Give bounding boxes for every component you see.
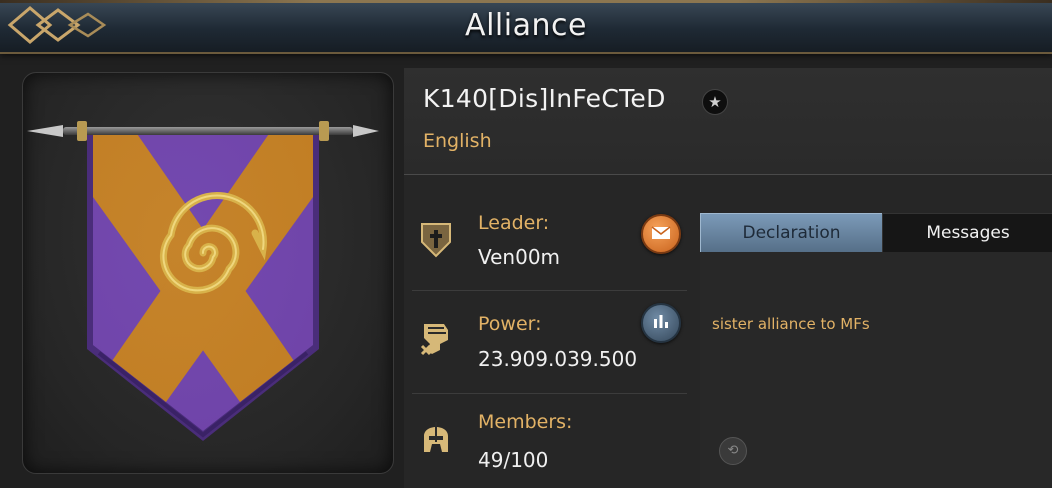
translate-icon[interactable]: ⟲ [719,437,747,465]
declaration-text: sister alliance to MFs [712,315,870,333]
page-title: Alliance [465,8,587,43]
mail-button[interactable] [641,214,681,254]
alliance-name: K140[Dis]InFeCTeD [423,84,666,113]
stats-button[interactable] [641,303,681,343]
mail-icon [651,225,671,244]
leader-label: Leader: [478,212,550,234]
alliance-banner-panel [22,72,394,474]
row-divider [412,290,687,291]
row-divider [412,393,687,394]
tab-messages[interactable]: Messages [882,213,1052,253]
fist-icon [418,318,454,358]
tab-declaration[interactable]: Declaration [700,213,883,253]
bar-chart-icon [652,313,670,333]
alliance-language: English [423,130,492,152]
alliance-banner [27,121,379,441]
members-label: Members: [478,411,573,433]
crest-shield-icon [418,220,454,260]
title-bar: Alliance [0,0,1052,54]
declaration-content [700,252,1052,488]
power-value: 23.909.039.500 [478,347,638,371]
power-label: Power: [478,313,542,335]
members-value: 49/100 [478,448,549,472]
helmet-icon [418,418,454,458]
leader-value: Ven00m [478,245,561,269]
star-icon[interactable]: ★ [702,89,728,115]
